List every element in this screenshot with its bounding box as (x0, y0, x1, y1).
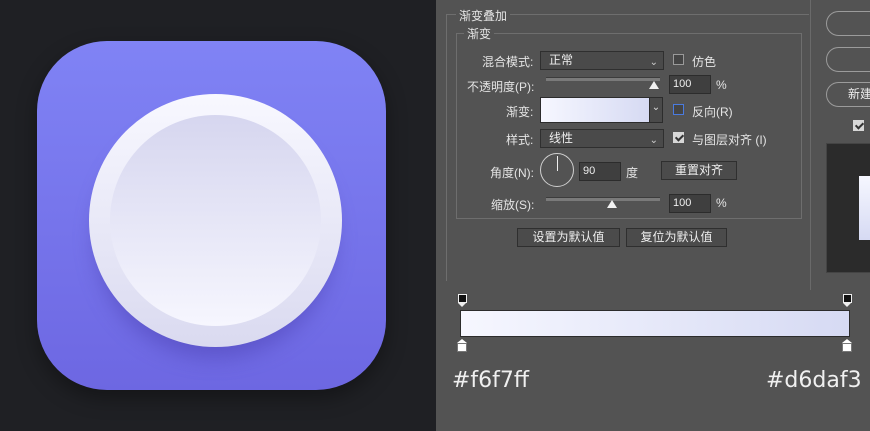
align-with-layer-label: 与图层对齐 (I) (692, 133, 767, 147)
gradient-editor-bar[interactable] (460, 310, 850, 337)
angle-label: 角度(N): (490, 166, 534, 180)
start-color-hex: #f6f7ff (452, 368, 530, 393)
opacity-unit: % (716, 78, 727, 92)
scale-unit: % (716, 196, 727, 210)
section-title: 渐变叠加 (456, 7, 511, 24)
layer-style-panel: 渐变叠加 渐变 混合模式: 正常 ⌄ 仿色 不透明度(P): 100 % 渐变:… (436, 0, 870, 431)
opacity-stop-right[interactable] (843, 294, 852, 307)
scale-input[interactable]: 100 (669, 194, 711, 213)
gradient-swatch[interactable] (540, 97, 650, 123)
style-label: 样式: (506, 133, 534, 147)
align-with-layer-checkbox[interactable] (673, 132, 684, 143)
dither-label: 仿色 (692, 55, 717, 69)
reset-alignment-button[interactable]: 重置对齐 (661, 161, 737, 180)
gradient-group-title: 渐变 (464, 25, 495, 42)
end-color-hex: #d6daf3 (766, 368, 862, 393)
opacity-label: 不透明度(P): (467, 80, 535, 94)
chevron-down-icon: ⌄ (649, 135, 658, 146)
gradient-label: 渐变: (506, 105, 534, 119)
chevron-down-icon: ⌄ (649, 57, 658, 68)
color-stop-right[interactable] (842, 339, 852, 352)
reverse-label: 反向(R) (692, 105, 733, 119)
angle-unit: 度 (626, 166, 639, 180)
opacity-stop-left[interactable] (458, 294, 467, 307)
reset-to-default-button[interactable]: 复位为默认值 (626, 228, 727, 247)
opacity-input[interactable]: 100 (669, 75, 711, 94)
angle-input[interactable]: 90 (579, 162, 621, 181)
opacity-slider-thumb[interactable] (649, 81, 659, 89)
blend-mode-value: 正常 (549, 53, 574, 67)
preview-checkbox[interactable] (853, 120, 864, 131)
make-default-button[interactable]: 设置为默认值 (517, 228, 620, 247)
disc-inner-face (110, 115, 321, 326)
angle-dial[interactable] (540, 153, 574, 187)
blend-mode-select[interactable]: 正常 ⌄ (540, 51, 664, 70)
ok-button[interactable] (826, 11, 870, 36)
blend-mode-label: 混合模式: (482, 55, 534, 69)
style-preview-swatch (826, 143, 870, 273)
style-preview-fill (859, 176, 870, 240)
opacity-slider-track[interactable] (546, 77, 660, 81)
color-stop-left[interactable] (457, 339, 467, 352)
style-value: 线性 (549, 131, 574, 145)
scale-slider-track[interactable] (546, 197, 660, 201)
chevron-down-icon: ⌄ (651, 102, 661, 113)
cancel-button[interactable] (826, 47, 870, 72)
dither-checkbox[interactable] (673, 54, 684, 65)
scale-label: 缩放(S): (491, 198, 535, 212)
right-column-divider (810, 0, 811, 290)
scale-slider-thumb[interactable] (607, 200, 617, 208)
icon-preview-canvas (0, 0, 436, 431)
style-select[interactable]: 线性 ⌄ (540, 129, 664, 148)
new-style-button[interactable]: 新建 (826, 82, 870, 107)
angle-dial-needle (557, 156, 558, 171)
reverse-checkbox[interactable] (673, 104, 684, 115)
gradient-dropdown[interactable]: ⌄ (649, 97, 663, 123)
